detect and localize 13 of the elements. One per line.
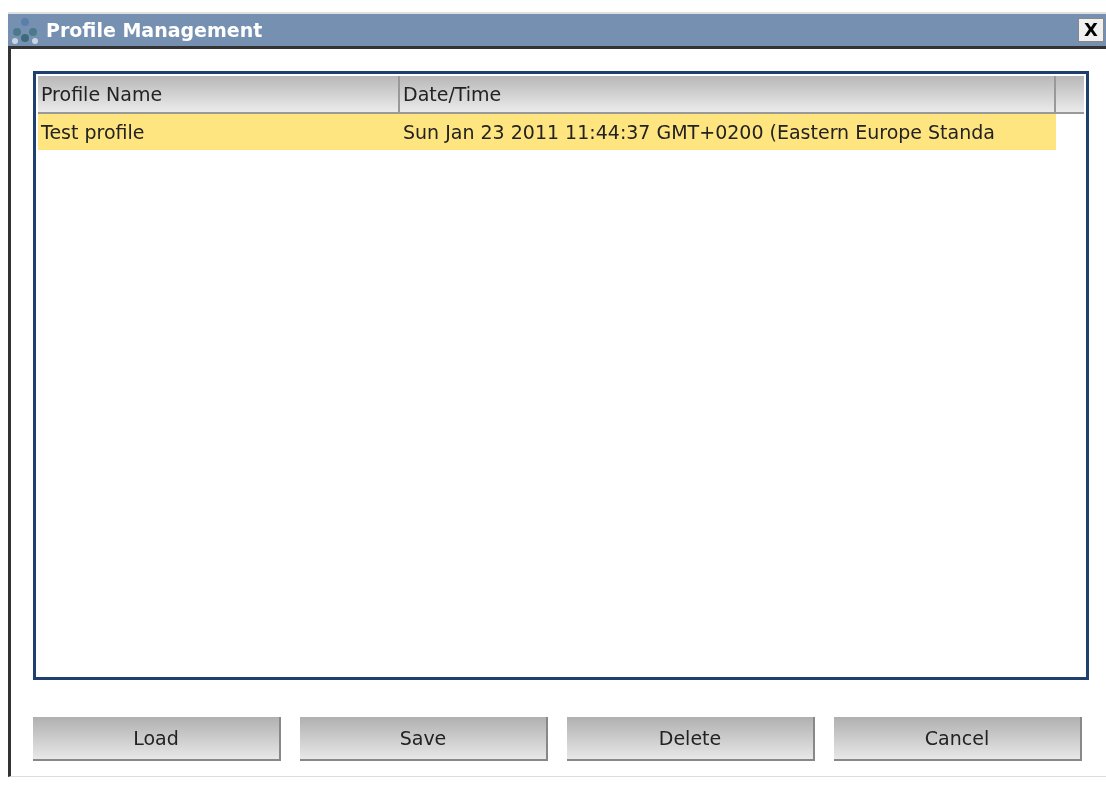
dialog-button[interactable]: Delete <box>567 717 815 761</box>
dialog-button[interactable]: Cancel <box>834 717 1082 761</box>
table-cell-text: Sun Jan 23 2011 11:44:37 GMT+0200 (Eastern Europe Standa <box>402 119 996 145</box>
dialog-button[interactable]: Save <box>300 717 548 761</box>
close-button[interactable]: X <box>1078 18 1104 42</box>
dialog-button[interactable]: Load <box>33 717 281 761</box>
column-header[interactable]: Profile Name <box>38 76 400 114</box>
table-row[interactable]: Test profile Sun Jan 23 2011 11:44:37 GMT+0200 (Eastern Europe Standa <box>38 114 1056 150</box>
table-cell-text: Test profile <box>40 119 146 145</box>
network-icon <box>10 16 40 44</box>
column-header <box>1056 76 1084 114</box>
window-title: Profile Management <box>46 17 263 43</box>
column-header[interactable]: Date/Time <box>400 76 1056 114</box>
